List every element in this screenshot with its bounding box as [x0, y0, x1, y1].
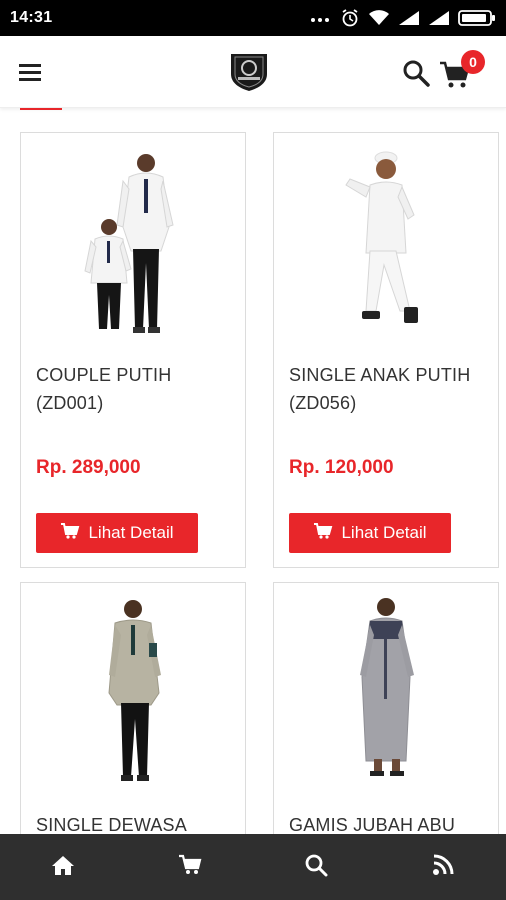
product-price: Rp. 289,000 [36, 457, 141, 478]
wifi-icon [368, 9, 390, 27]
cart-count-badge: 0 [461, 50, 485, 74]
product-card[interactable]: COUPLE PUTIH (ZD001) Rp. 289,000 Lihat D… [20, 132, 246, 568]
view-detail-button[interactable]: Lihat Detail [36, 513, 198, 553]
product-image[interactable] [21, 133, 245, 343]
bottom-nav [0, 834, 506, 900]
nav-search[interactable] [253, 834, 380, 900]
product-image[interactable] [274, 583, 498, 793]
more-dots-icon [310, 13, 332, 23]
alarm-icon [340, 8, 360, 28]
search-icon [304, 853, 328, 882]
cart-icon [178, 854, 202, 881]
product-image[interactable] [274, 133, 498, 343]
nav-cart[interactable] [127, 834, 254, 900]
battery-icon [458, 9, 496, 27]
cart-icon [313, 522, 333, 545]
product-title[interactable]: COUPLE PUTIH (ZD001) [36, 361, 171, 417]
status-icons [310, 8, 496, 28]
signal-icon [398, 10, 420, 26]
app-header [0, 36, 506, 108]
section-indicator [20, 108, 62, 110]
status-time: 14:31 [10, 9, 53, 26]
nav-home[interactable] [0, 834, 127, 900]
cart-icon [60, 522, 80, 545]
product-card[interactable]: SINGLE ANAK PUTIH (ZD056) Rp. 120,000 Li… [273, 132, 499, 568]
product-image[interactable] [21, 583, 245, 793]
home-icon [51, 854, 75, 881]
search-icon[interactable] [401, 58, 431, 88]
product-title[interactable]: SINGLE ANAK PUTIH (ZD056) [289, 361, 470, 417]
rss-icon [432, 854, 454, 881]
brand-logo[interactable] [226, 50, 272, 92]
product-price: Rp. 120,000 [289, 457, 394, 478]
hamburger-menu-icon[interactable] [16, 58, 44, 86]
signal-icon-2 [428, 10, 450, 26]
view-detail-button[interactable]: Lihat Detail [289, 513, 451, 553]
status-bar: 14:31 [0, 0, 506, 36]
nav-rss[interactable] [380, 834, 506, 900]
